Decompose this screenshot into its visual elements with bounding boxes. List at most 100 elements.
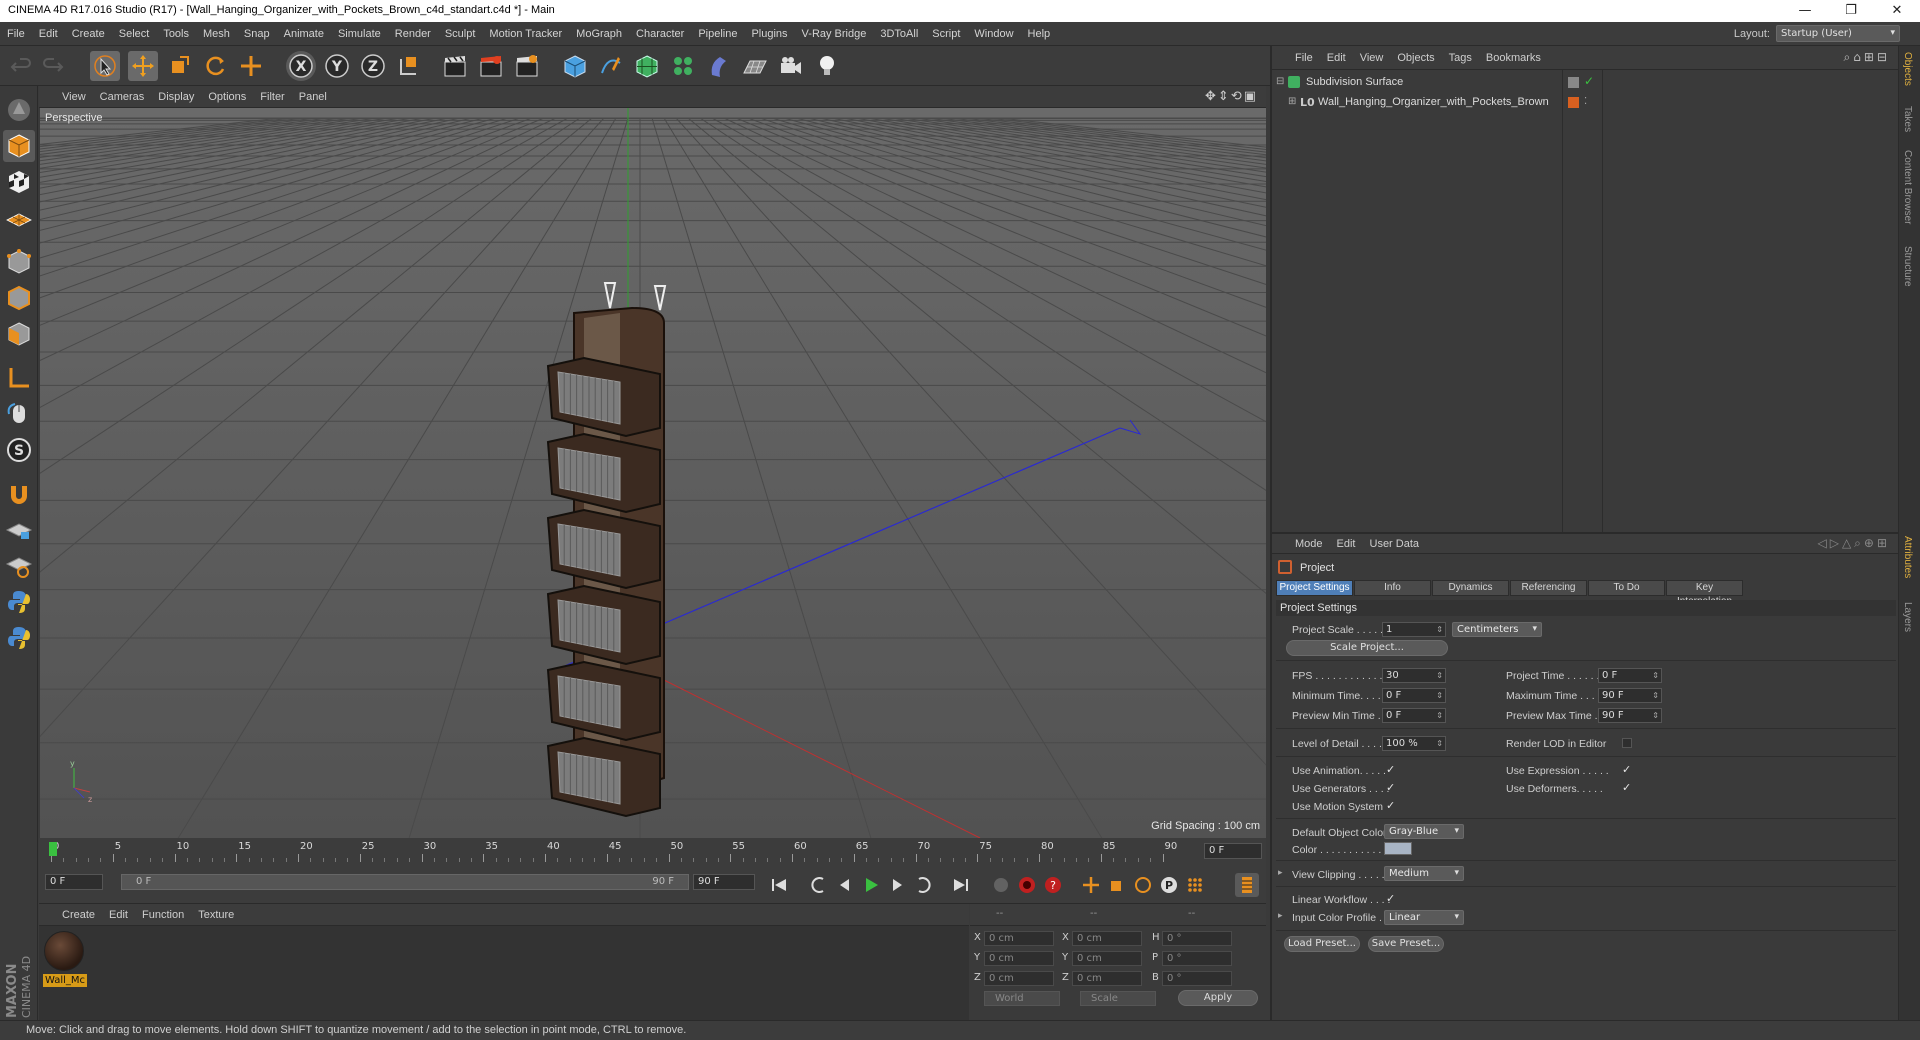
save-preset-button[interactable]: Save Preset... xyxy=(1368,936,1444,952)
go-to-start-button[interactable] xyxy=(767,873,791,897)
position-y-field[interactable]: 0 cm xyxy=(984,951,1054,966)
menu-select[interactable]: Select xyxy=(112,22,157,46)
subdivision-surface-button[interactable] xyxy=(632,51,662,81)
menu-snap[interactable]: Snap xyxy=(237,22,277,46)
menu-edit[interactable]: Edit xyxy=(32,22,65,46)
x-axis-button[interactable]: X xyxy=(286,51,316,81)
menu-render[interactable]: Render xyxy=(388,22,438,46)
tab-dynamics[interactable]: Dynamics xyxy=(1432,580,1509,596)
keyframe-selection-button[interactable]: ? xyxy=(1041,873,1065,897)
menu-animate[interactable]: Animate xyxy=(277,22,331,46)
position-z-field[interactable]: 0 cm xyxy=(984,971,1054,986)
transform-tool-button[interactable] xyxy=(236,51,266,81)
key-scale-button[interactable] xyxy=(1105,873,1129,897)
project-time-field[interactable]: 0 F xyxy=(1598,668,1662,683)
record-button[interactable] xyxy=(989,873,1013,897)
material-name-label[interactable]: Wall_Mc xyxy=(43,974,87,987)
side-tab-objects[interactable]: Objects xyxy=(1902,52,1913,86)
camera-button[interactable] xyxy=(776,51,806,81)
material-menu-create[interactable]: Create xyxy=(55,904,102,926)
menu-3dtoall[interactable]: 3DToAll xyxy=(873,22,925,46)
use-deformers-checkbox[interactable]: ✓ xyxy=(1622,782,1632,793)
use-generators-checkbox[interactable]: ✓ xyxy=(1386,782,1396,793)
render-to-picture-viewer-button[interactable] xyxy=(476,51,506,81)
side-tab-layers[interactable]: Layers xyxy=(1902,602,1913,632)
menu-script[interactable]: Script xyxy=(925,22,967,46)
size-mode-dropdown[interactable]: Scale xyxy=(1080,991,1156,1006)
planar-workplane-button[interactable] xyxy=(3,550,35,582)
rotation-p-field[interactable]: 0 ° xyxy=(1162,951,1232,966)
live-selection-button[interactable] xyxy=(90,51,120,81)
tab-project-settings[interactable]: Project Settings xyxy=(1276,580,1353,596)
tab-referencing[interactable]: Referencing xyxy=(1510,580,1587,596)
object-menu-objects[interactable]: Objects xyxy=(1390,46,1441,70)
timeline-ruler[interactable]: 051015202530354045505560657075808590 0 F xyxy=(39,838,1266,864)
maximum-time-field[interactable]: 90 F xyxy=(1598,688,1662,703)
material-menu-texture[interactable]: Texture xyxy=(191,904,241,926)
key-parameter-button[interactable]: P xyxy=(1157,873,1181,897)
menu-tools[interactable]: Tools xyxy=(156,22,196,46)
object-row-organizer[interactable]: ⊞ L0 Wall_Hanging_Organizer_with_Pockets… xyxy=(1272,94,1892,112)
menu-plugins[interactable]: Plugins xyxy=(744,22,794,46)
start-frame-field[interactable]: 0 F xyxy=(45,874,103,890)
close-icon[interactable]: ✕ xyxy=(1874,0,1920,22)
size-x-field[interactable]: 0 cm xyxy=(1072,931,1142,946)
locked-workplane-button[interactable] xyxy=(3,514,35,546)
previous-frame-button[interactable] xyxy=(833,873,857,897)
tab-info[interactable]: Info xyxy=(1354,580,1431,596)
viewport-menu-display[interactable]: Display xyxy=(151,86,201,108)
restore-icon[interactable]: ❐ xyxy=(1828,0,1874,22)
scale-tool-button[interactable] xyxy=(164,51,194,81)
python-script-2-button[interactable] xyxy=(3,622,35,654)
scale-project-button[interactable]: Scale Project... xyxy=(1286,640,1448,656)
level-of-detail-field[interactable]: 100 % xyxy=(1382,736,1446,751)
menu-vray-bridge[interactable]: V-Ray Bridge xyxy=(795,22,874,46)
enable-snapping-button[interactable] xyxy=(3,478,35,510)
object-name[interactable]: Wall_Hanging_Organizer_with_Pockets_Brow… xyxy=(1318,96,1549,108)
menu-create[interactable]: Create xyxy=(65,22,112,46)
material-thumbnail[interactable] xyxy=(44,931,84,971)
expand-arrow-icon[interactable]: ▸ xyxy=(1278,868,1283,878)
z-axis-button[interactable]: Z xyxy=(358,51,388,81)
python-script-button[interactable] xyxy=(3,586,35,618)
rotation-b-field[interactable]: 0 ° xyxy=(1162,971,1232,986)
redo-button[interactable] xyxy=(38,51,68,81)
enabled-check-icon[interactable]: ✓ xyxy=(1584,74,1594,88)
object-menu-bookmarks[interactable]: Bookmarks xyxy=(1479,46,1548,70)
layer-icon[interactable] xyxy=(1568,77,1579,88)
workplane-mode-button[interactable] xyxy=(3,202,35,234)
polygons-mode-button[interactable] xyxy=(3,318,35,350)
attribute-nav-icons[interactable]: ◁▷△⌕⊕⊞ xyxy=(1817,536,1890,551)
move-tool-button[interactable] xyxy=(128,51,158,81)
size-y-field[interactable]: 0 cm xyxy=(1072,951,1142,966)
object-menu-tags[interactable]: Tags xyxy=(1442,46,1479,70)
object-manager-tools-icons[interactable]: ⌕⌂⊞⊟ xyxy=(1844,50,1890,65)
next-frame-button[interactable] xyxy=(885,873,909,897)
minimum-time-field[interactable]: 0 F xyxy=(1382,688,1446,703)
menu-file[interactable]: File xyxy=(0,22,32,46)
material-tag-icon[interactable] xyxy=(1568,97,1579,108)
viewport-menu-cameras[interactable]: Cameras xyxy=(93,86,152,108)
side-tab-takes[interactable]: Takes xyxy=(1902,106,1913,132)
menu-character[interactable]: Character xyxy=(629,22,691,46)
preview-min-time-field[interactable]: 0 F xyxy=(1382,708,1446,723)
axis-mode-button[interactable] xyxy=(3,362,35,394)
minimize-icon[interactable]: — xyxy=(1782,0,1828,22)
tab-to-do[interactable]: To Do xyxy=(1588,580,1665,596)
collapse-icon[interactable]: ⊟ xyxy=(1276,76,1284,87)
expand-arrow-icon[interactable]: ▸ xyxy=(1278,911,1283,921)
side-tab-structure[interactable]: Structure xyxy=(1902,246,1913,287)
3d-viewport[interactable]: y z Perspective Grid Spacing : 100 cm xyxy=(40,108,1266,838)
position-x-field[interactable]: 0 cm xyxy=(984,931,1054,946)
menu-simulate[interactable]: Simulate xyxy=(331,22,388,46)
viewport-menu-view[interactable]: View xyxy=(55,86,93,108)
use-motion-system-checkbox[interactable]: ✓ xyxy=(1386,800,1396,811)
rotate-tool-button[interactable] xyxy=(200,51,230,81)
use-expression-checkbox[interactable]: ✓ xyxy=(1622,764,1632,775)
deformer-button[interactable] xyxy=(704,51,734,81)
size-z-field[interactable]: 0 cm xyxy=(1072,971,1142,986)
menu-mesh[interactable]: Mesh xyxy=(196,22,237,46)
default-object-color-dropdown[interactable]: Gray-Blue xyxy=(1384,824,1464,839)
object-menu-view[interactable]: View xyxy=(1353,46,1391,70)
viewport-menu-panel[interactable]: Panel xyxy=(292,86,334,108)
